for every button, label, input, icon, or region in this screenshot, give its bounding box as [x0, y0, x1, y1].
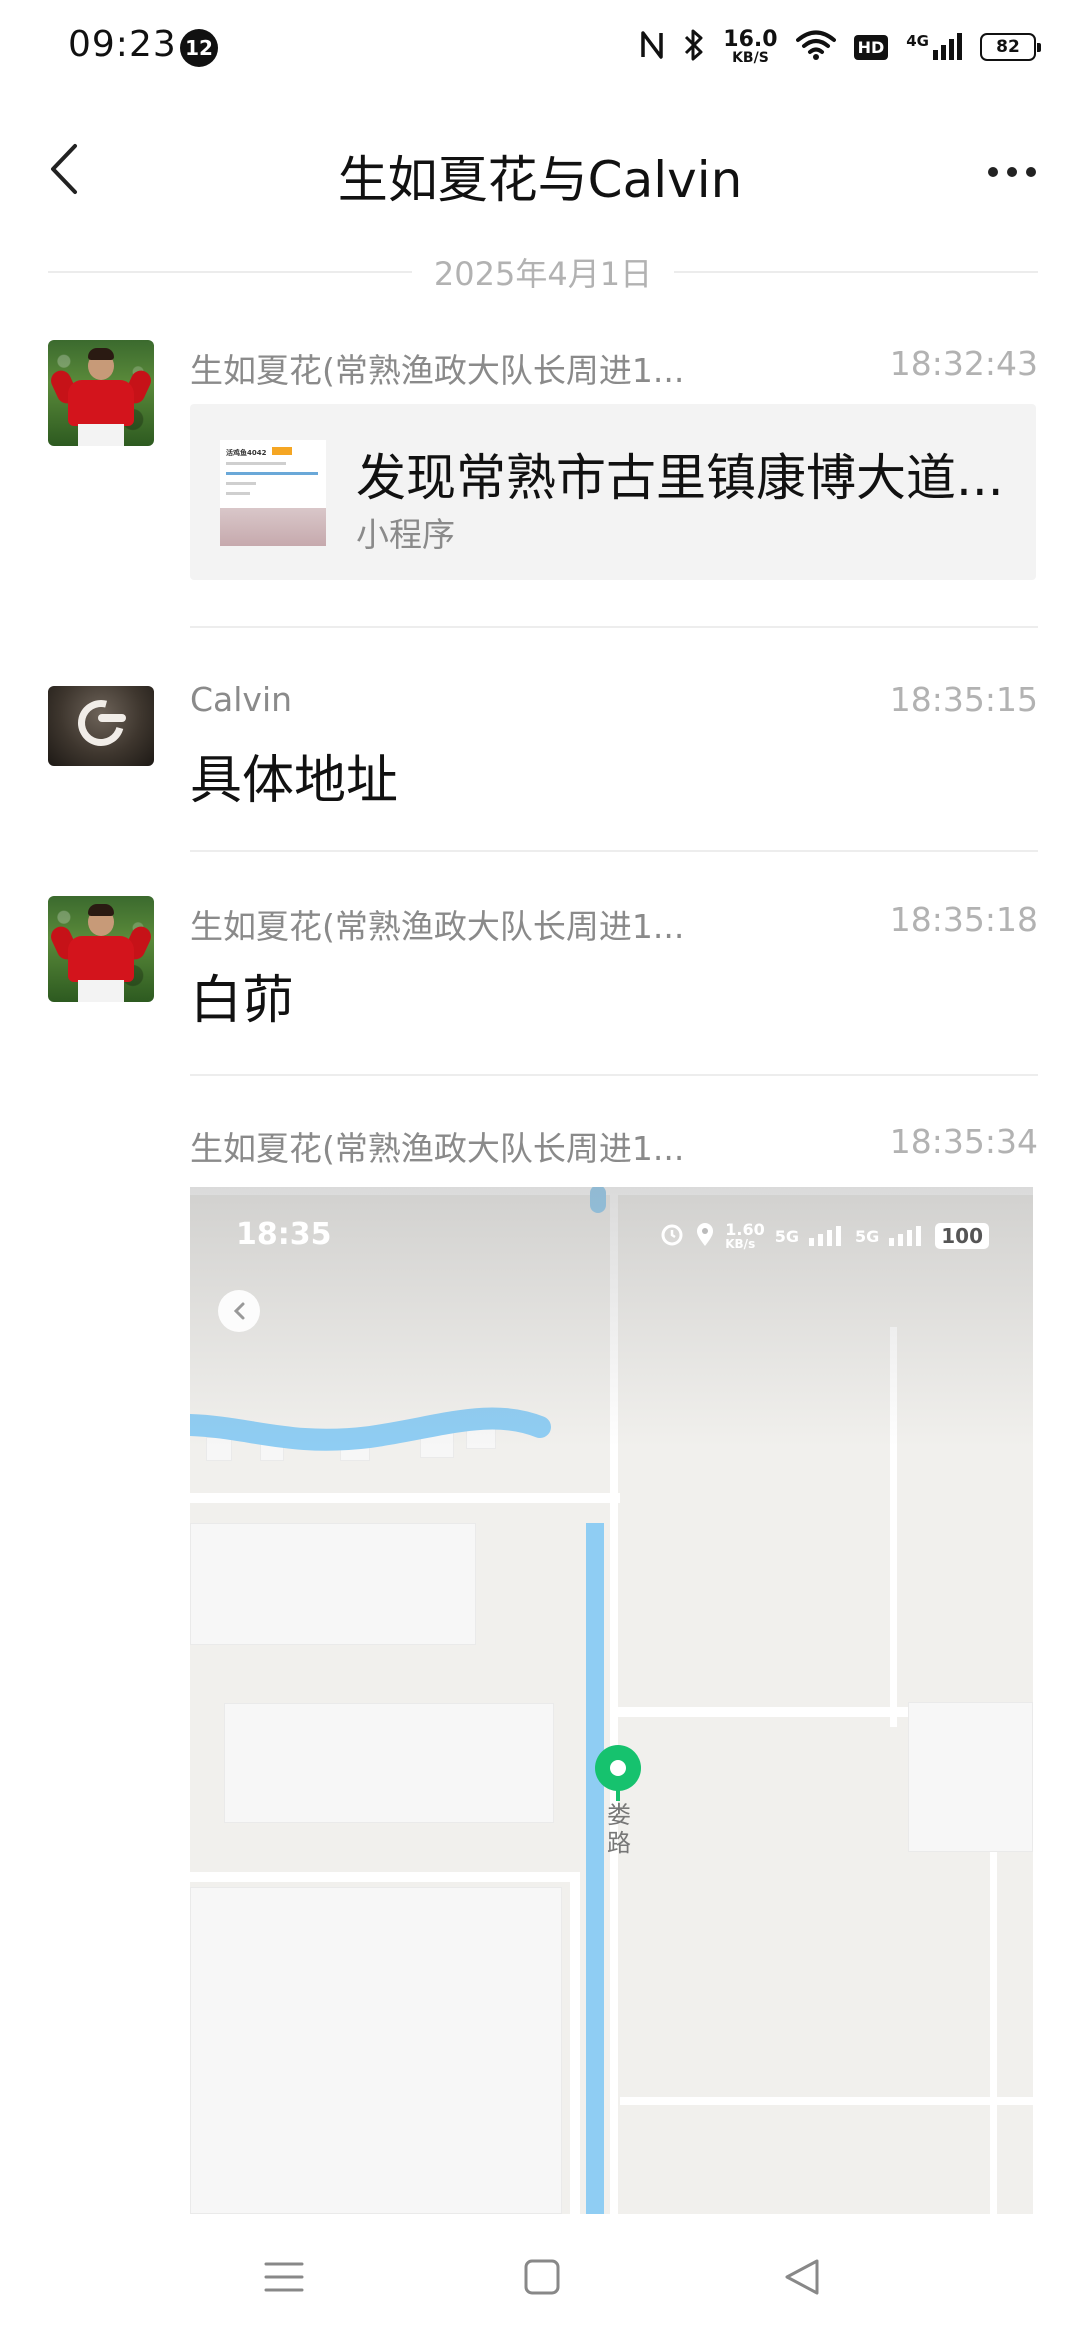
- inner-status-time: 18:35: [236, 1217, 332, 1252]
- back-triangle-icon: [783, 2257, 821, 2301]
- sender-name: 生如夏花(常熟渔政大队长周进1...: [190, 351, 685, 390]
- page-title: 生如夏花与Calvin: [337, 151, 743, 209]
- location-pin-icon: [595, 1745, 641, 1791]
- notification-count-badge: 12: [180, 29, 218, 67]
- mini-program-title: 发现常熟市古里镇康博大道...: [356, 449, 1004, 507]
- message-time: 18:35:15: [889, 680, 1038, 719]
- message-divider: [190, 850, 1038, 852]
- map-screenshot-image[interactable]: 18:35 1.60 KB/s 5G 5G 100 娄路: [190, 1187, 1033, 2214]
- signal-icon: 5G: [774, 1226, 799, 1246]
- message-time: 18:32:43: [889, 344, 1038, 383]
- avatar[interactable]: [48, 896, 154, 1002]
- network-speed: 16.0 KB/S: [723, 27, 778, 66]
- wifi-icon: [795, 29, 836, 65]
- avatar[interactable]: [48, 340, 154, 446]
- nav-home-button[interactable]: [502, 2244, 582, 2314]
- inner-battery: 100: [935, 1223, 989, 1249]
- nfc-icon: [639, 29, 665, 65]
- chat-header: 生如夏花与Calvin: [0, 112, 1080, 232]
- status-time: 09:23: [68, 24, 177, 65]
- message-divider: [190, 1074, 1038, 1076]
- home-square-icon: [523, 2258, 561, 2300]
- signal-bars-icon: [889, 1226, 922, 1246]
- message-text[interactable]: 白茆: [190, 958, 294, 1033]
- signal-icon: 5G: [854, 1226, 880, 1246]
- signal-bars-icon: [808, 1226, 841, 1246]
- date-separator: 2025年4月1日: [48, 250, 1039, 294]
- sender-name: Calvin: [190, 680, 293, 719]
- inner-status-icons: 1.60 KB/s 5G 5G 100: [659, 1221, 989, 1251]
- alarm-icon: [659, 1221, 685, 1251]
- avatar[interactable]: [48, 686, 154, 766]
- battery-indicator: 82: [980, 33, 1041, 61]
- nav-menu-button[interactable]: [244, 2244, 324, 2314]
- system-nav-bar: [0, 2214, 1080, 2340]
- sender-name: 生如夏花(常熟渔政大队长周进1...: [190, 907, 685, 946]
- road-label: 娄路: [607, 1801, 631, 1857]
- hd-voice-badge: HD: [853, 34, 889, 60]
- more-options-button[interactable]: [972, 142, 1052, 202]
- date-label: 2025年4月1日: [433, 255, 653, 293]
- mini-program-thumbnail: 活鸡鱼4042: [220, 440, 326, 546]
- message-time: 18:35:34: [889, 1122, 1038, 1161]
- more-dots-icon: [988, 167, 998, 177]
- mini-program-label: 小程序: [356, 515, 455, 554]
- message-divider: [190, 626, 1038, 628]
- message-time: 18:35:18: [889, 900, 1038, 939]
- location-icon: [695, 1221, 715, 1251]
- sender-name: 生如夏花(常熟渔政大队长周进1...: [190, 1129, 685, 1168]
- nav-back-button[interactable]: [762, 2244, 842, 2314]
- message-text[interactable]: 具体地址: [190, 738, 398, 813]
- menu-icon: [264, 2260, 304, 2298]
- status-bar: 09:23 12 16.0 KB/S HD 4G 82: [0, 0, 1080, 96]
- cellular-signal-icon: 4G: [906, 32, 962, 62]
- status-icons: 16.0 KB/S HD 4G 82: [639, 22, 1041, 72]
- bluetooth-icon: [683, 28, 705, 66]
- mini-program-card[interactable]: 活鸡鱼4042 发现常熟市古里镇康博大道... 小程序: [190, 404, 1036, 580]
- inner-back-icon: [218, 1290, 260, 1332]
